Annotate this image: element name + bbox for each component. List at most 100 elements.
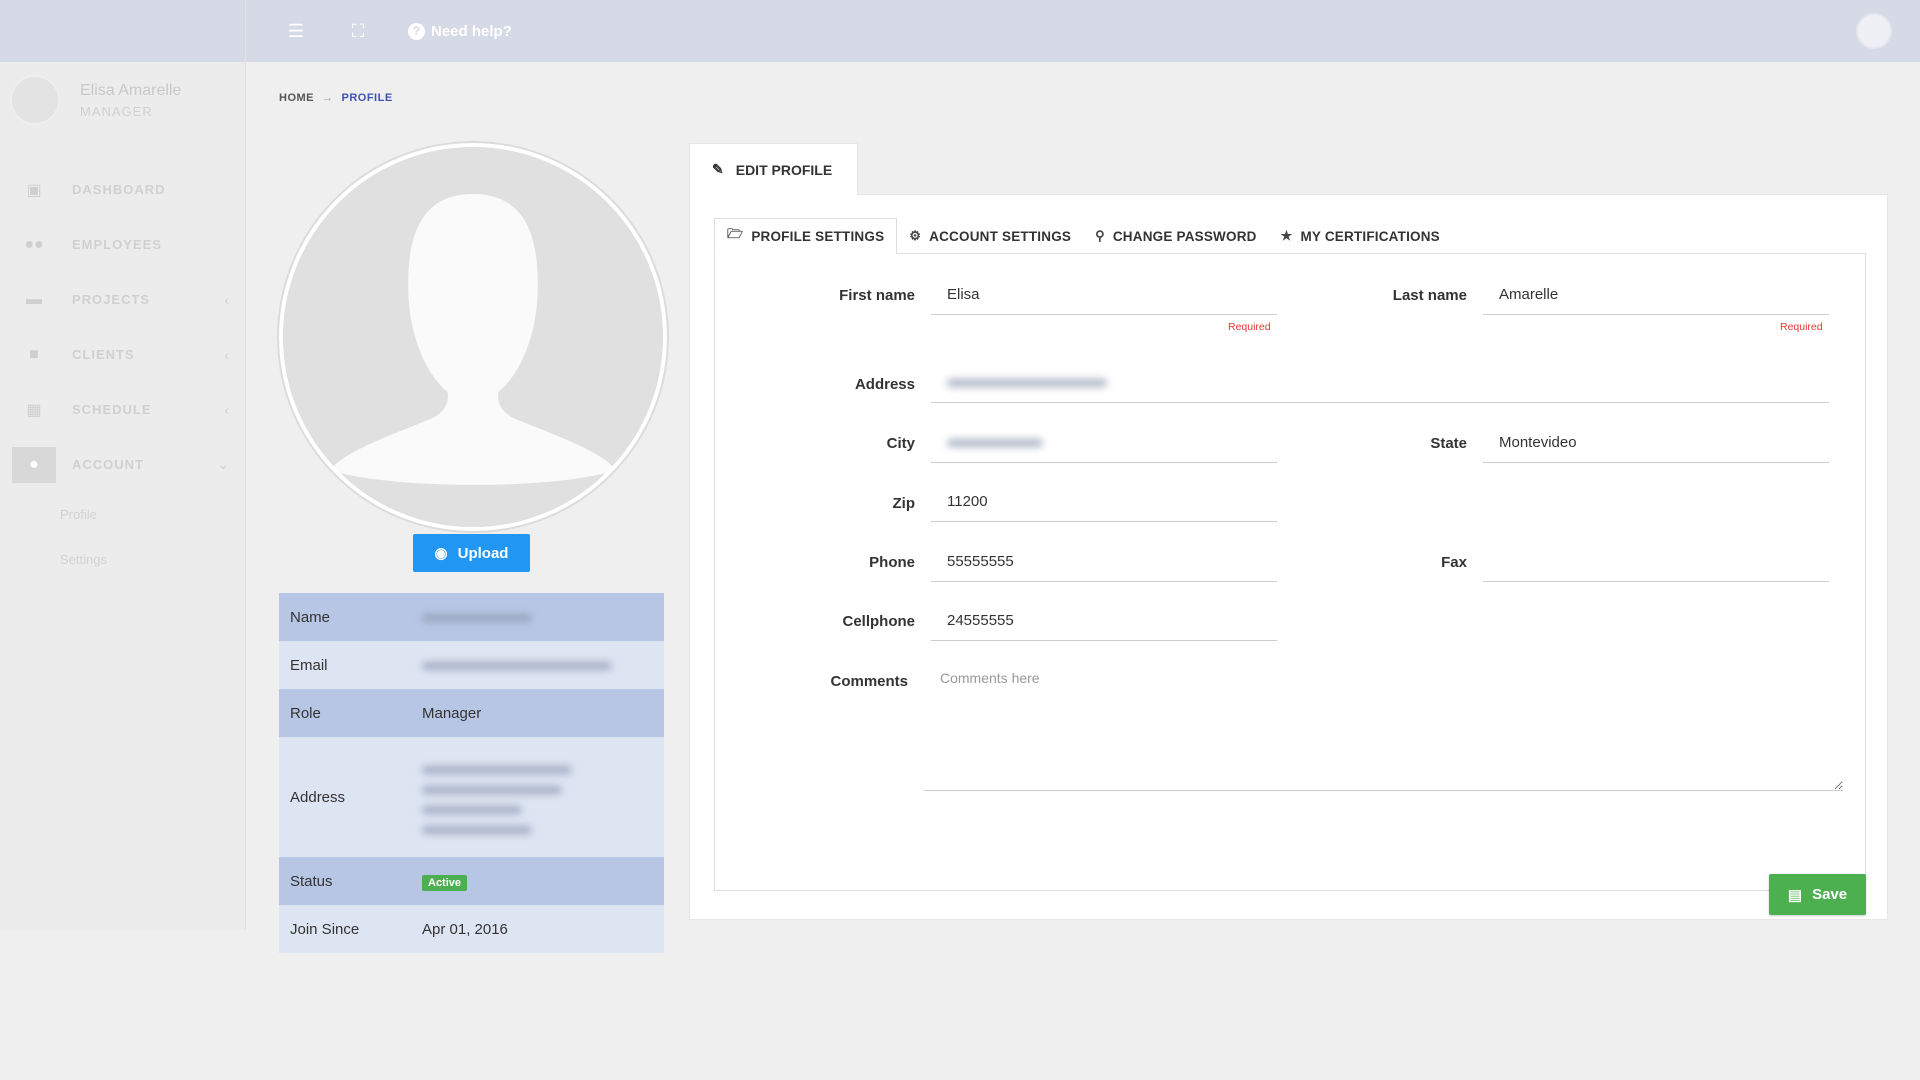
tab-account-settings[interactable]: ⚙ ACCOUNT SETTINGS (897, 218, 1083, 254)
sidebar-subitem-settings[interactable]: Settings (0, 537, 245, 582)
sidebar-item-account[interactable]: ● ACCOUNT ⌄ (0, 437, 245, 492)
table-row: Status Active (279, 857, 664, 905)
info-key: Email (290, 656, 328, 674)
zip-label: Zip (892, 495, 916, 512)
table-row: Address (279, 737, 664, 857)
table-row: Name (279, 593, 664, 641)
comments-label: Comments (830, 673, 908, 690)
tab-label: MY CERTIFICATIONS (1300, 228, 1440, 244)
calendar-icon: ▦ (26, 401, 42, 419)
edit-icon: ✎ (712, 161, 724, 177)
chevron-left-icon: ‹ (224, 401, 229, 418)
camera-icon: ◉ (434, 545, 448, 562)
required-hint: Required (1228, 321, 1271, 333)
tab-label: ACCOUNT SETTINGS (929, 228, 1072, 244)
first-name-label: First name (839, 287, 915, 304)
zip-field[interactable] (931, 482, 1277, 522)
fax-label: Fax (1441, 554, 1467, 571)
cellphone-label: Cellphone (842, 613, 915, 630)
profile-info-table: Name Email Role Manager Address Status A… (279, 593, 664, 953)
folder-open-icon: 🗁 (727, 226, 744, 241)
help-label: Need help? (431, 22, 512, 40)
breadcrumb-current: PROFILE (341, 92, 393, 104)
topbar: ☰ ⛶ ? Need help? (246, 0, 1920, 62)
edit-profile-panel: 🗁 PROFILE SETTINGS ⚙ ACCOUNT SETTINGS ⚲ … (689, 194, 1888, 920)
monitor-icon: ▣ (26, 181, 42, 199)
address-label: Address (854, 376, 915, 393)
sidebar-item-label: EMPLOYEES (72, 237, 162, 252)
tab-profile-settings[interactable]: 🗁 PROFILE SETTINGS (714, 218, 898, 254)
users-icon: ●● (24, 235, 44, 253)
cogs-icon: ⚙ (909, 228, 922, 243)
info-key: Role (290, 704, 321, 722)
address-field[interactable] (931, 363, 1829, 403)
first-name-field[interactable] (931, 275, 1277, 315)
info-value-join: Apr 01, 2016 (422, 920, 508, 938)
subtab-bar: 🗁 PROFILE SETTINGS ⚙ ACCOUNT SETTINGS ⚲ … (714, 218, 1452, 254)
key-icon: ⚲ (1095, 228, 1105, 243)
question-icon: ? (408, 22, 425, 40)
sidebar-item-label: PROJECTS (72, 292, 151, 307)
chevron-left-icon: ‹ (224, 291, 229, 308)
sidebar-item-label: SCHEDULE (72, 402, 152, 417)
menu-icon[interactable]: ☰ (284, 21, 308, 42)
info-key: Name (290, 608, 331, 626)
tab-edit-profile[interactable]: ✎ EDIT PROFILE (689, 143, 858, 195)
upload-label: Upload (457, 544, 509, 562)
sidebar-item-label: ACCOUNT (72, 457, 144, 472)
phone-label: Phone (869, 554, 915, 571)
award-icon: ★ (1280, 228, 1293, 243)
fullscreen-icon[interactable]: ⛶ (346, 21, 370, 42)
sidebar-item-schedule[interactable]: ▦ SCHEDULE ‹ (0, 382, 245, 437)
sidebar-item-dashboard[interactable]: ▣ DASHBOARD (0, 162, 245, 217)
profile-placeholder-icon (283, 147, 663, 527)
user-icon: ● (12, 446, 56, 483)
brand-logo (0, 0, 245, 62)
profile-settings-form: First name Required Last name Required A… (714, 253, 1866, 915)
state-label: State (1430, 435, 1467, 452)
state-field[interactable] (1483, 423, 1829, 463)
sidebar-subitem-profile[interactable]: Profile (0, 492, 245, 537)
sidebar-item-employees[interactable]: ●● EMPLOYEES (0, 217, 245, 272)
tab-label: PROFILE SETTINGS (751, 228, 885, 244)
tab-label: EDIT PROFILE (735, 161, 833, 178)
cellphone-field[interactable] (931, 601, 1277, 641)
info-key: Address (290, 788, 346, 806)
sidebar-item-label: CLIENTS (72, 347, 135, 362)
help-link[interactable]: ? Need help? (408, 22, 512, 40)
info-value-name (411, 593, 664, 641)
upload-button[interactable]: ◉ Upload (413, 534, 530, 572)
table-row: Email (279, 641, 664, 689)
briefcase-icon: ■ (29, 345, 39, 363)
sidebar-user: Elisa Amarelle MANAGER (0, 62, 245, 138)
sidebar-user-role: MANAGER (80, 103, 153, 119)
breadcrumb-home[interactable]: HOME (279, 92, 314, 104)
save-label: Save (1812, 886, 1848, 903)
phone-field[interactable] (931, 542, 1277, 582)
save-button[interactable]: ▤ Save (1769, 874, 1866, 915)
sidebar-item-label: DASHBOARD (72, 182, 166, 197)
fax-field[interactable] (1483, 542, 1829, 582)
sidebar-item-clients[interactable]: ■ CLIENTS ‹ (0, 327, 245, 382)
info-key: Status (290, 872, 333, 890)
required-hint: Required (1780, 321, 1823, 333)
last-name-label: Last name (1392, 287, 1467, 304)
sidebar-item-projects[interactable]: ▬ PROJECTS ‹ (0, 272, 245, 327)
chevron-left-icon: ‹ (224, 346, 229, 363)
breadcrumb-separator: → (322, 92, 334, 104)
folder-icon: ▬ (26, 290, 42, 308)
table-row: Join Since Apr 01, 2016 (279, 905, 664, 953)
tab-my-certifications[interactable]: ★ MY CERTIFICATIONS (1269, 218, 1452, 254)
info-value-email (411, 641, 664, 689)
info-value-status: Active (411, 857, 664, 905)
chevron-down-icon: ⌄ (217, 456, 229, 472)
floppy-icon: ▤ (1787, 886, 1803, 904)
city-field[interactable] (931, 423, 1277, 463)
tab-change-password[interactable]: ⚲ CHANGE PASSWORD (1083, 218, 1269, 254)
comments-field[interactable] (924, 660, 1843, 791)
info-key: Join Since (290, 920, 360, 938)
avatar[interactable] (1856, 13, 1892, 49)
status-badge: Active (422, 874, 468, 891)
info-value-role: Manager (422, 704, 482, 722)
last-name-field[interactable] (1483, 275, 1829, 315)
